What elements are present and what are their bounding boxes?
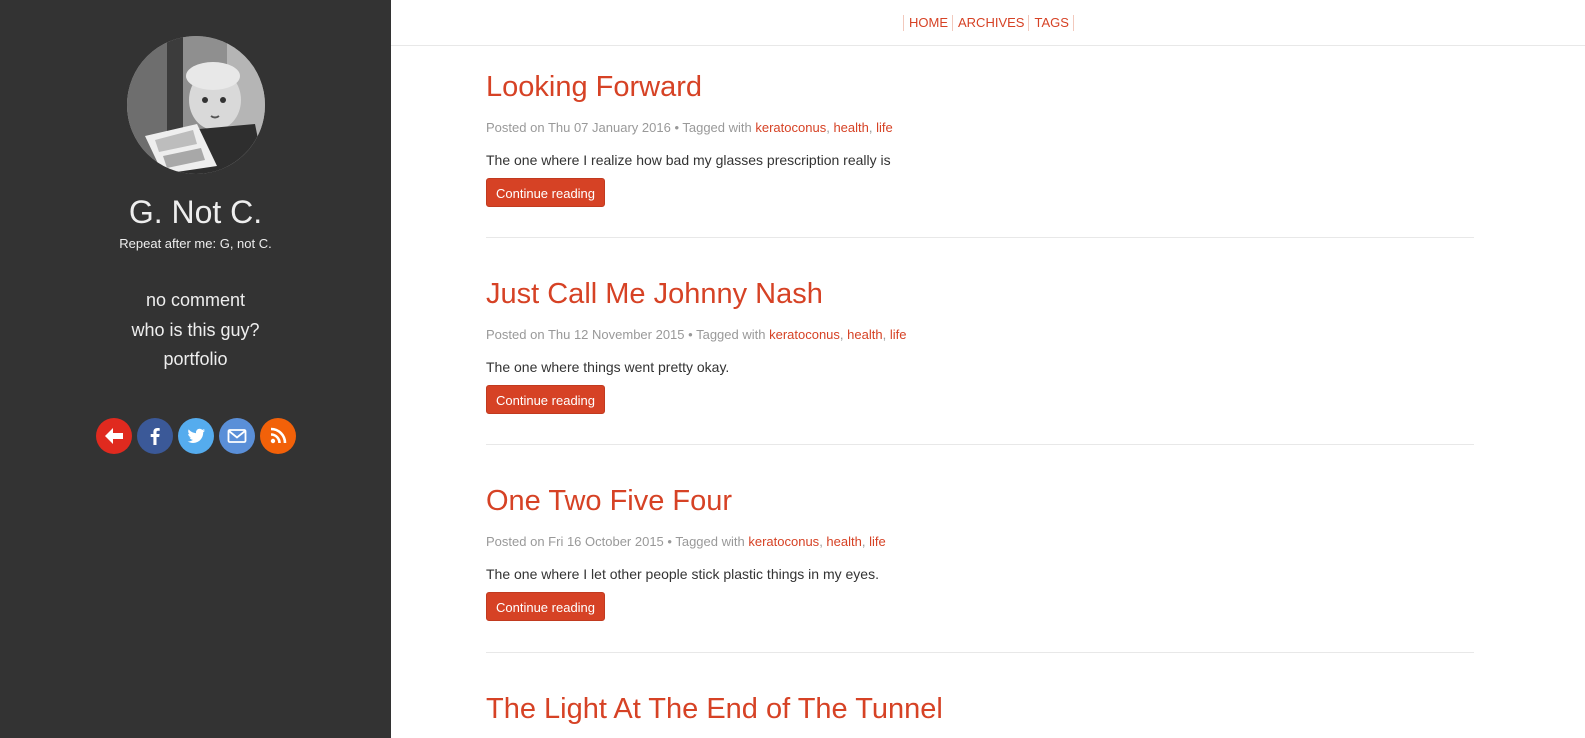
back-arrow-icon [96,418,132,454]
twitter-link[interactable] [178,418,214,454]
post-item: Just Call Me Johnny Nash Posted on Thu 1… [486,276,1474,414]
nav-tags[interactable]: TAGS [1029,15,1074,31]
tag-link[interactable]: health [826,534,861,549]
posted-label: Posted on [486,327,545,342]
post-title[interactable]: One Two Five Four [486,483,1474,519]
site-tagline: Repeat after me: G, not C. [119,236,272,251]
sidebar-link-who-is-this-guy[interactable]: who is this guy? [0,316,391,346]
tag-link[interactable]: life [869,534,886,549]
envelope-icon [219,418,255,454]
top-nav: HOME ARCHIVES TAGS [903,15,1074,31]
rss-link[interactable] [260,418,296,454]
post-divider [486,652,1474,653]
post-summary: The one where I let other people stick p… [486,566,879,582]
post-summary: The one where things went pretty okay. [486,359,730,375]
post-title[interactable]: Just Call Me Johnny Nash [486,276,1474,312]
continue-reading-button[interactable]: Continue reading [486,385,606,414]
post-title[interactable]: Looking Forward [486,69,1474,105]
posted-label: Posted on [486,534,545,549]
sidebar-link-portfolio[interactable]: portfolio [0,345,391,375]
nav-archives[interactable]: ARCHIVES [953,15,1030,31]
facebook-link[interactable] [137,418,173,454]
tag-link[interactable]: life [876,120,893,135]
tag-link[interactable]: keratoconus [748,534,819,549]
twitter-icon [178,418,214,454]
post-date: Thu 07 January 2016 [547,120,671,135]
post-title[interactable]: The Light At The End of The Tunnel [486,691,1474,727]
post-item: Looking Forward Posted on Thu 07 January… [486,69,1474,207]
tag-link[interactable]: life [890,327,907,342]
posted-label: Posted on [486,120,545,135]
post-date: Thu 12 November 2015 [547,327,685,342]
avatar[interactable] [127,36,265,174]
post-summary: The one where I realize how bad my glass… [486,152,891,168]
site-name[interactable]: G. Not C. [0,192,391,232]
post-divider [486,444,1474,445]
tagged-label: • Tagged with [688,327,766,342]
tag-link[interactable]: health [847,327,882,342]
back-link[interactable] [96,418,132,454]
post-item: The Light At The End of The Tunnel [486,691,1474,727]
post-meta: Posted on Thu 07 January 2016 • Tagged w… [486,120,893,135]
post-meta: Posted on Fri 16 October 2015 • Tagged w… [486,534,886,549]
post-date: Fri 16 October 2015 [548,534,664,549]
post-divider [486,237,1474,238]
nav-home[interactable]: HOME [904,15,953,31]
tag-link[interactable]: keratoconus [755,120,826,135]
tag-link[interactable]: keratoconus [769,327,840,342]
avatar-photo [127,36,265,174]
tagged-label: • Tagged with [667,534,745,549]
facebook-icon [137,418,173,454]
sidebar: G. Not C. Repeat after me: G, not C. no … [0,0,391,738]
email-link[interactable] [219,418,255,454]
sidebar-links: no comment who is this guy? portfolio [0,286,391,375]
rss-icon [260,418,296,454]
tag-link[interactable]: health [833,120,868,135]
post-meta: Posted on Thu 12 November 2015 • Tagged … [486,327,907,342]
continue-reading-button[interactable]: Continue reading [486,178,606,207]
post-item: One Two Five Four Posted on Fri 16 Octob… [486,483,1474,621]
top-bar: HOME ARCHIVES TAGS [391,0,1585,46]
sidebar-link-no-comment[interactable]: no comment [0,286,391,316]
continue-reading-button[interactable]: Continue reading [486,592,606,621]
social-links [96,418,296,454]
tagged-label: • Tagged with [674,120,752,135]
